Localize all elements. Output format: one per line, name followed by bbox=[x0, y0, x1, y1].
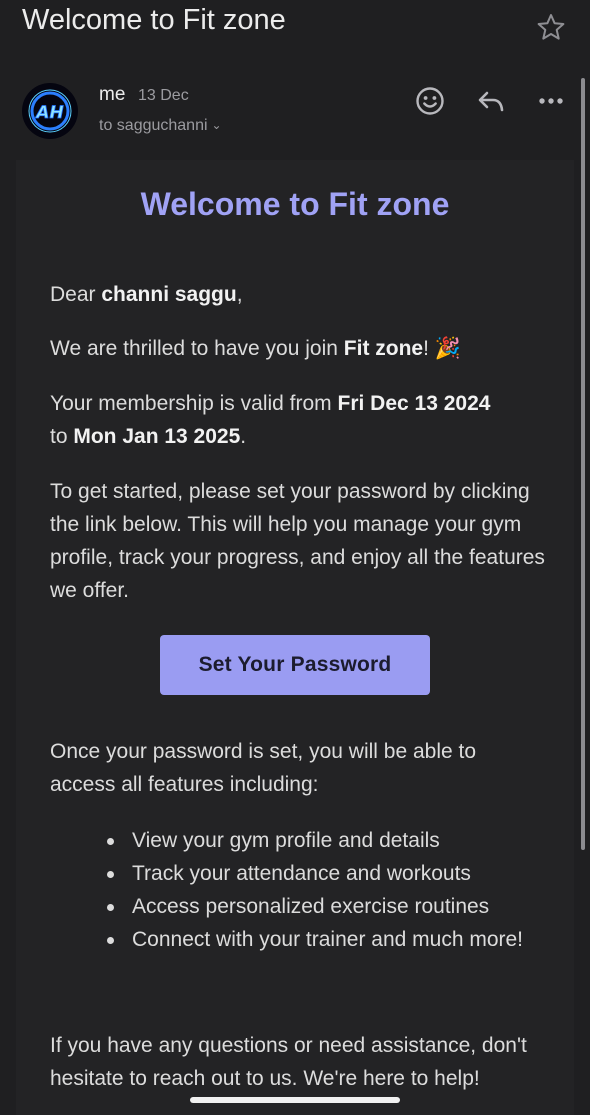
email-subject: Welcome to Fit zone bbox=[22, 4, 286, 36]
membership-validity: Your membership is valid from Fri Dec 13… bbox=[50, 392, 491, 448]
sender-name: me bbox=[99, 84, 126, 105]
list-item: Track your attendance and workouts bbox=[104, 857, 534, 890]
end-date: Mon Jan 13 2025 bbox=[73, 425, 241, 448]
set-password-button[interactable]: Set Your Password bbox=[160, 635, 430, 695]
avatar[interactable]: AH bbox=[22, 83, 78, 139]
instructions-paragraph: To get started, please set your password… bbox=[50, 480, 545, 602]
gym-name: Fit zone bbox=[343, 337, 424, 360]
list-item: View your gym profile and details bbox=[104, 824, 534, 857]
list-item: Access personalized exercise routines bbox=[104, 890, 534, 923]
star-icon[interactable] bbox=[536, 12, 566, 42]
email-view: Welcome to Fit zone AH me 13 Dec to sagg… bbox=[0, 0, 590, 1115]
svg-text:AH: AH bbox=[34, 103, 63, 123]
recipient-label: to sagguchanni bbox=[99, 117, 208, 134]
emoji-icon[interactable] bbox=[413, 84, 447, 118]
party-popper-icon: 🎉 bbox=[434, 337, 461, 360]
email-title: Welcome to Fit zone bbox=[140, 186, 450, 222]
recipient-name: channi saggu bbox=[101, 283, 237, 306]
features-list: View your gym profile and details Track … bbox=[104, 824, 534, 956]
list-item: Connect with your trainer and much more! bbox=[104, 923, 534, 956]
start-date: Fri Dec 13 2024 bbox=[337, 392, 491, 415]
welcome-line: We are thrilled to have you join Fit zon… bbox=[50, 337, 461, 360]
avatar-logo-icon: AH bbox=[28, 89, 72, 133]
closing-paragraph: If you have any questions or need assist… bbox=[50, 1034, 527, 1090]
sent-date: 13 Dec bbox=[138, 87, 189, 104]
home-indicator bbox=[190, 1097, 400, 1103]
chevron-down-icon: ⌄ bbox=[211, 118, 222, 132]
recipient-details-toggle[interactable]: to sagguchanni ⌄ bbox=[99, 117, 222, 135]
after-password-paragraph: Once your password is set, you will be a… bbox=[50, 740, 477, 796]
reply-icon[interactable] bbox=[474, 84, 508, 118]
greeting: Dear channi saggu, bbox=[50, 283, 243, 306]
more-icon[interactable] bbox=[534, 84, 568, 118]
